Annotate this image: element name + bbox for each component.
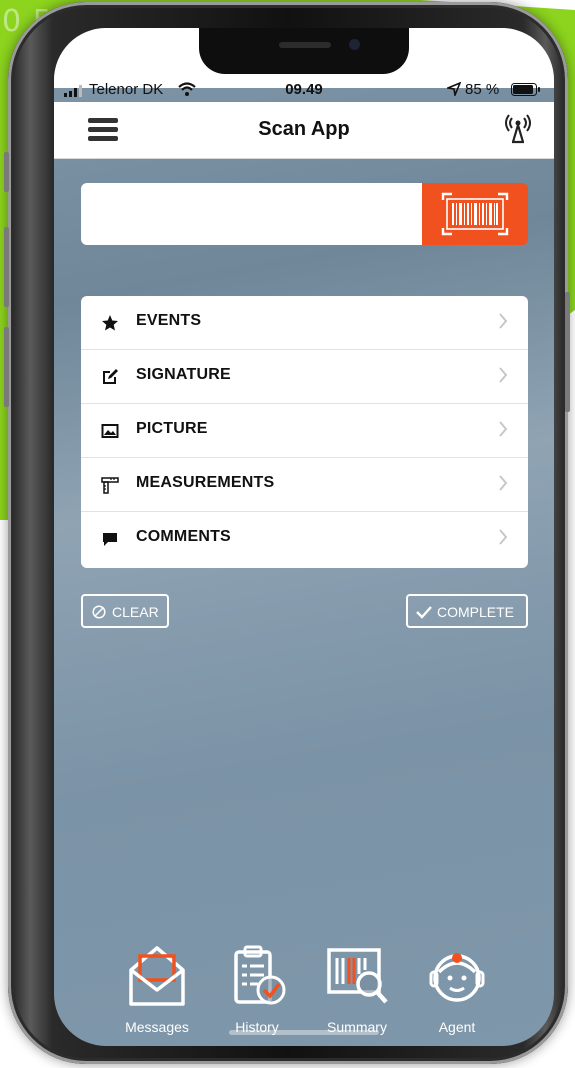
phone-side-button [4,227,9,307]
scan-input[interactable] [81,183,425,245]
tab-label: Messages [125,1019,189,1035]
summary-icon [327,948,388,1004]
page-title: Scan App [258,118,350,140]
tab-label: Agent [438,1019,476,1035]
list-item-comments[interactable]: COMMENTS [81,512,528,566]
list-item-label: MEASUREMENTS [136,474,275,491]
phone-notch [199,28,409,74]
battery-icon [511,83,540,96]
chevron-right-icon [499,313,508,329]
status-bar: Telenor DK 09.49 85 % [54,80,554,102]
battery-percentage: 85 % [465,81,500,98]
location-arrow-icon [447,82,461,96]
list-item-label: COMMENTS [136,528,231,545]
list-item-picture[interactable]: PICTURE [81,404,528,458]
tab-agent[interactable]: Agent [417,944,497,1040]
list-item-label: PICTURE [136,420,208,437]
comment-icon [103,533,117,546]
tab-summary[interactable]: Summary [317,944,397,1040]
phone-side-button [4,152,9,192]
list-item-events[interactable]: EVENTS [81,296,528,350]
checkmark-icon [416,606,432,619]
messages-icon [129,946,185,1006]
navigation-bar: Scan App [54,102,554,159]
earpiece-speaker [279,42,331,48]
complete-button[interactable]: COMPLETE [406,594,528,628]
options-list: EVENTS SIGNATURE PICTURE MEASUREMENTS CO… [81,296,528,568]
list-item-signature[interactable]: SIGNATURE [81,350,528,404]
tab-messages[interactable]: Messages [117,944,197,1040]
phone-frame: Telenor DK 09.49 85 % Scan App EVENTS SI… [4,2,570,1064]
phone-side-button [565,292,570,412]
tab-history[interactable]: History [217,944,297,1040]
phone-side-button [4,327,9,407]
star-icon [102,315,118,331]
history-icon [234,945,286,1005]
list-item-label: SIGNATURE [136,366,231,383]
complete-button-label: COMPLETE [437,604,515,620]
list-item-measurements[interactable]: MEASUREMENTS [81,458,528,512]
chevron-right-icon [499,475,508,491]
barcode-scan-button[interactable] [422,183,528,245]
chevron-right-icon [499,421,508,437]
measurement-icon [101,477,119,494]
clear-button[interactable]: CLEAR [81,594,169,628]
clear-icon [92,605,106,619]
list-item-label: EVENTS [136,312,202,329]
front-camera [349,39,360,50]
clear-button-label: CLEAR [112,604,159,620]
picture-icon [101,424,119,438]
barcode-scan-icon [441,192,509,236]
chevron-right-icon [499,529,508,545]
agent-icon [429,953,485,1002]
chevron-right-icon [499,367,508,383]
phone-screen: Telenor DK 09.49 85 % Scan App EVENTS SI… [54,28,554,1046]
edit-icon [103,369,118,384]
antenna-signal-icon[interactable] [504,114,532,144]
home-indicator [229,1030,379,1035]
